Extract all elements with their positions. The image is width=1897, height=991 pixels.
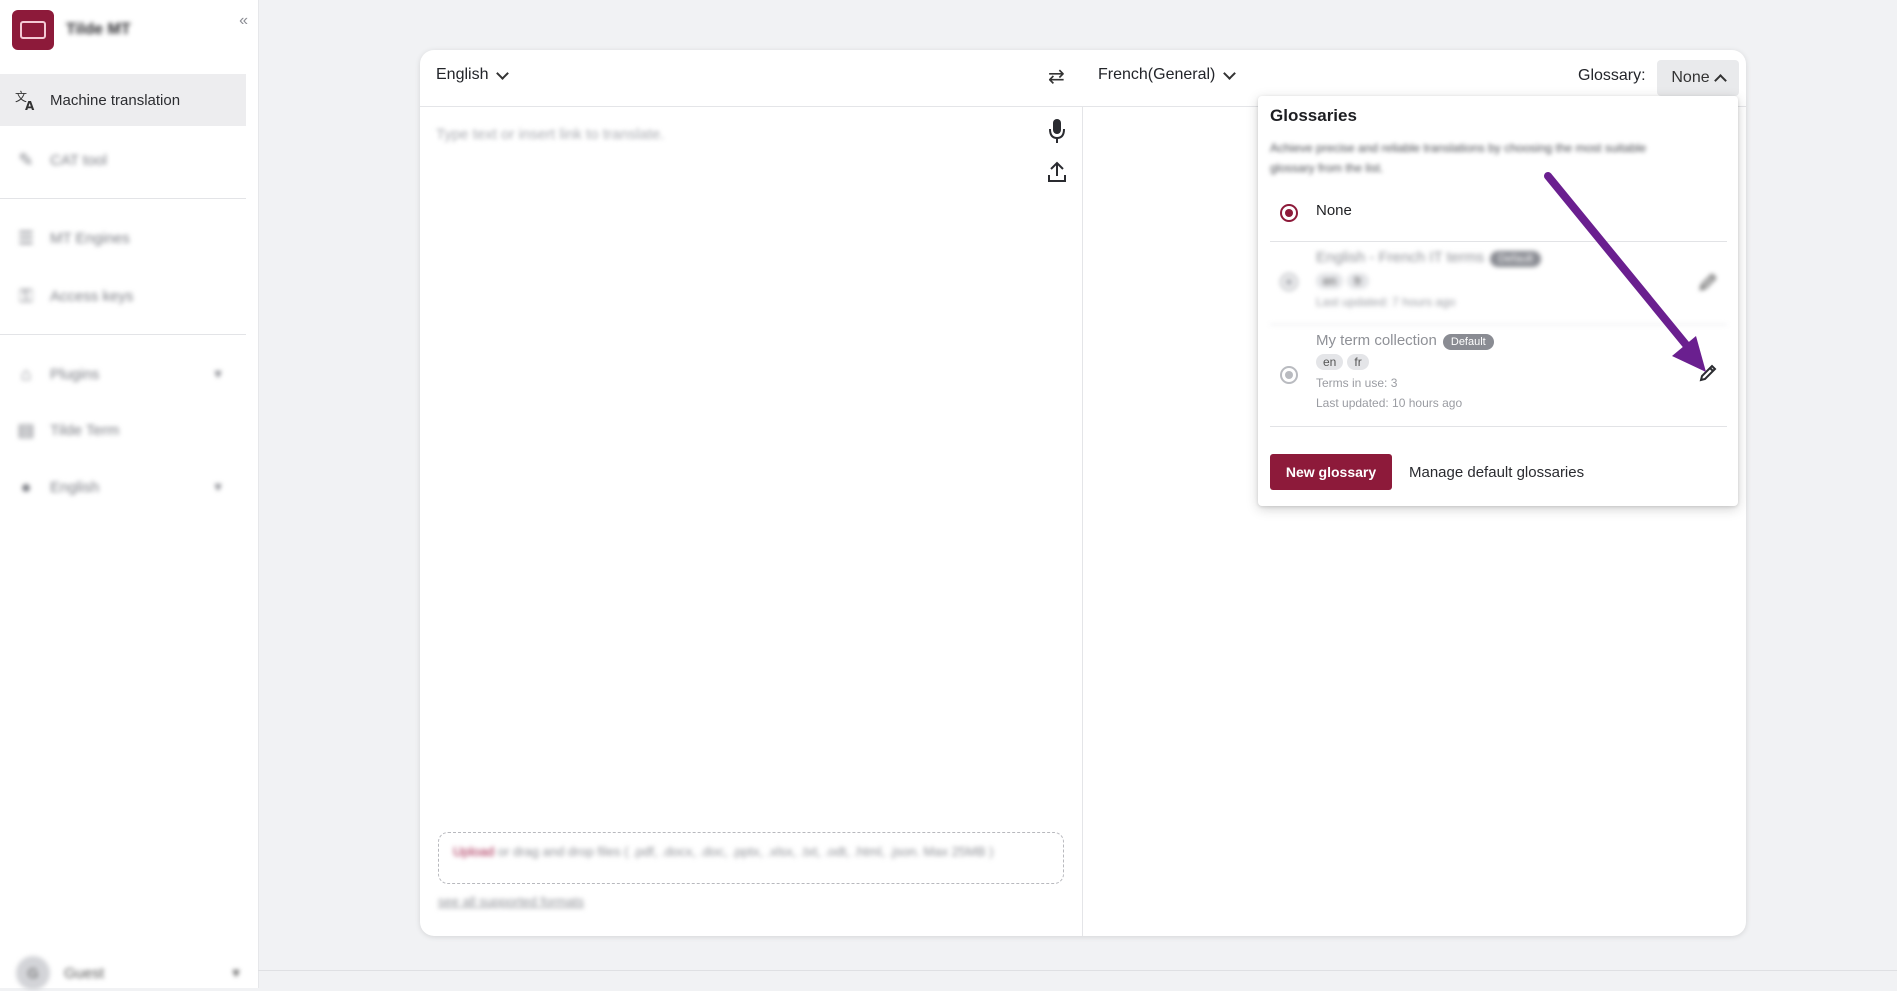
- sidebar-item-label: CAT tool: [50, 151, 107, 169]
- sidebar-item-label: Machine translation: [50, 91, 181, 109]
- language-chip: en: [1316, 273, 1344, 289]
- sidebar-item-mt-engines[interactable]: ☰ MT Engines: [0, 212, 246, 264]
- glossary-option-none[interactable]: None: [1270, 184, 1727, 242]
- chevron-up-icon: [1713, 73, 1727, 87]
- glossary-name: English - French IT terms Default: [1316, 249, 1541, 267]
- sidebar-item-label: English: [50, 478, 100, 496]
- sidebar-item-label: Tilde Term: [50, 421, 120, 439]
- chevron-down-icon: ▼: [230, 966, 242, 980]
- term-icon: ▤: [17, 419, 35, 440]
- sidebar: Tilde MT « 文A Machine translation ✎ CAT …: [0, 0, 259, 991]
- source-language-label: English: [436, 66, 489, 83]
- sidebar-item-label: MT Engines: [50, 229, 130, 247]
- source-language-select[interactable]: English: [436, 66, 510, 84]
- last-updated: Last updated: 7 hours ago: [1316, 295, 1456, 309]
- language-chip: fr: [1347, 354, 1369, 370]
- glossary-dropdown: Glossaries Achieve precise and reliable …: [1258, 96, 1738, 506]
- svg-text:A: A: [25, 99, 35, 112]
- microphone-icon[interactable]: [1048, 118, 1066, 144]
- glossary-name: My term collection Default: [1316, 332, 1494, 350]
- chevron-down-icon: ▼: [212, 480, 224, 494]
- sidebar-item-tilde-term[interactable]: ▤ Tilde Term: [0, 404, 246, 456]
- radio-button[interactable]: [1280, 204, 1298, 222]
- sidebar-item-label: Plugins: [50, 365, 100, 383]
- default-badge: Default: [1442, 334, 1494, 350]
- upload-icon[interactable]: [1046, 160, 1068, 184]
- swap-languages-icon[interactable]: ⇄: [1048, 64, 1065, 89]
- pane-divider: [1082, 106, 1083, 936]
- target-language-label: French(General): [1098, 66, 1216, 83]
- supported-formats-link[interactable]: see all supported formats: [438, 894, 584, 909]
- footer-divider: [258, 970, 1897, 971]
- sidebar-item-label: Access keys: [50, 287, 134, 305]
- radio-button[interactable]: [1280, 366, 1298, 384]
- sidebar-divider: [0, 334, 246, 335]
- user-menu[interactable]: G Guest ▼: [16, 955, 248, 991]
- chevron-down-icon: [496, 66, 510, 80]
- app-name: Tilde MT: [66, 21, 131, 38]
- sidebar-item-plugins[interactable]: ⌂ Plugins ▼: [0, 348, 246, 400]
- translate-icon: 文A: [14, 88, 38, 112]
- key-icon: ⚿: [19, 285, 33, 306]
- glossary-name-text: English - French IT terms: [1316, 249, 1485, 266]
- radio-button[interactable]: [1280, 273, 1298, 291]
- dropzone-text: Upload or drag and drop files ( .pdf, .d…: [453, 841, 1013, 863]
- brand[interactable]: Tilde MT: [12, 10, 246, 50]
- sidebar-divider: [0, 198, 246, 199]
- chevron-down-icon: ▼: [212, 367, 224, 381]
- popup-title: Glossaries: [1270, 106, 1357, 125]
- edit-pencil-icon[interactable]: [1697, 362, 1719, 384]
- glossary-label: Glossary:: [1578, 67, 1646, 84]
- edit-pencil-icon[interactable]: [1697, 271, 1719, 293]
- sidebar-item-language[interactable]: ● English ▼: [0, 461, 246, 513]
- collapse-sidebar-icon[interactable]: «: [239, 12, 248, 30]
- glossary-select-button[interactable]: None: [1657, 60, 1739, 96]
- language-chip: en: [1316, 354, 1344, 370]
- glossary-name-text: My term collection: [1316, 332, 1437, 349]
- terms-in-use: Terms in use: 3: [1316, 376, 1398, 390]
- globe-icon: ●: [20, 476, 32, 497]
- language-chip: fr: [1347, 273, 1369, 289]
- source-text-input[interactable]: Type text or insert link to translate.: [436, 126, 664, 143]
- target-language-select[interactable]: French(General): [1098, 66, 1237, 84]
- dropzone-description: or drag and drop files ( .pdf, .docx, .d…: [494, 844, 994, 859]
- language-chips: en fr: [1316, 354, 1373, 370]
- new-glossary-button[interactable]: New glossary: [1270, 454, 1392, 490]
- last-updated: Last updated: 10 hours ago: [1316, 396, 1463, 410]
- glossary-option-it-terms[interactable]: English - French IT terms Default en fr La…: [1270, 241, 1727, 325]
- default-badge: Default: [1490, 251, 1541, 267]
- sidebar-item-cat-tool[interactable]: ✎ CAT tool: [0, 134, 246, 186]
- upload-link[interactable]: Upload: [453, 844, 494, 859]
- avatar: G: [16, 956, 50, 990]
- chevron-down-icon: [1223, 66, 1237, 80]
- user-name: Guest: [64, 964, 105, 982]
- sidebar-item-access-keys[interactable]: ⚿ Access keys: [0, 270, 246, 322]
- popup-description: Achieve precise and reliable translation…: [1270, 141, 1647, 175]
- language-chips: en fr: [1316, 273, 1373, 289]
- glossary-value: None: [1671, 69, 1710, 86]
- cat-tool-icon: ✎: [18, 149, 34, 170]
- glossary-name: None: [1316, 202, 1352, 219]
- engines-icon: ☰: [17, 227, 35, 248]
- glossary-option-my-term-collection[interactable]: My term collection Default en fr Terms in …: [1270, 324, 1727, 427]
- plugin-icon: ⌂: [20, 363, 32, 384]
- app-logo-icon: [12, 10, 54, 50]
- manage-default-glossaries-link[interactable]: Manage default glossaries: [1409, 464, 1584, 481]
- sidebar-item-machine-translation[interactable]: 文A Machine translation: [0, 74, 246, 126]
- file-dropzone[interactable]: Upload or drag and drop files ( .pdf, .d…: [438, 832, 1064, 884]
